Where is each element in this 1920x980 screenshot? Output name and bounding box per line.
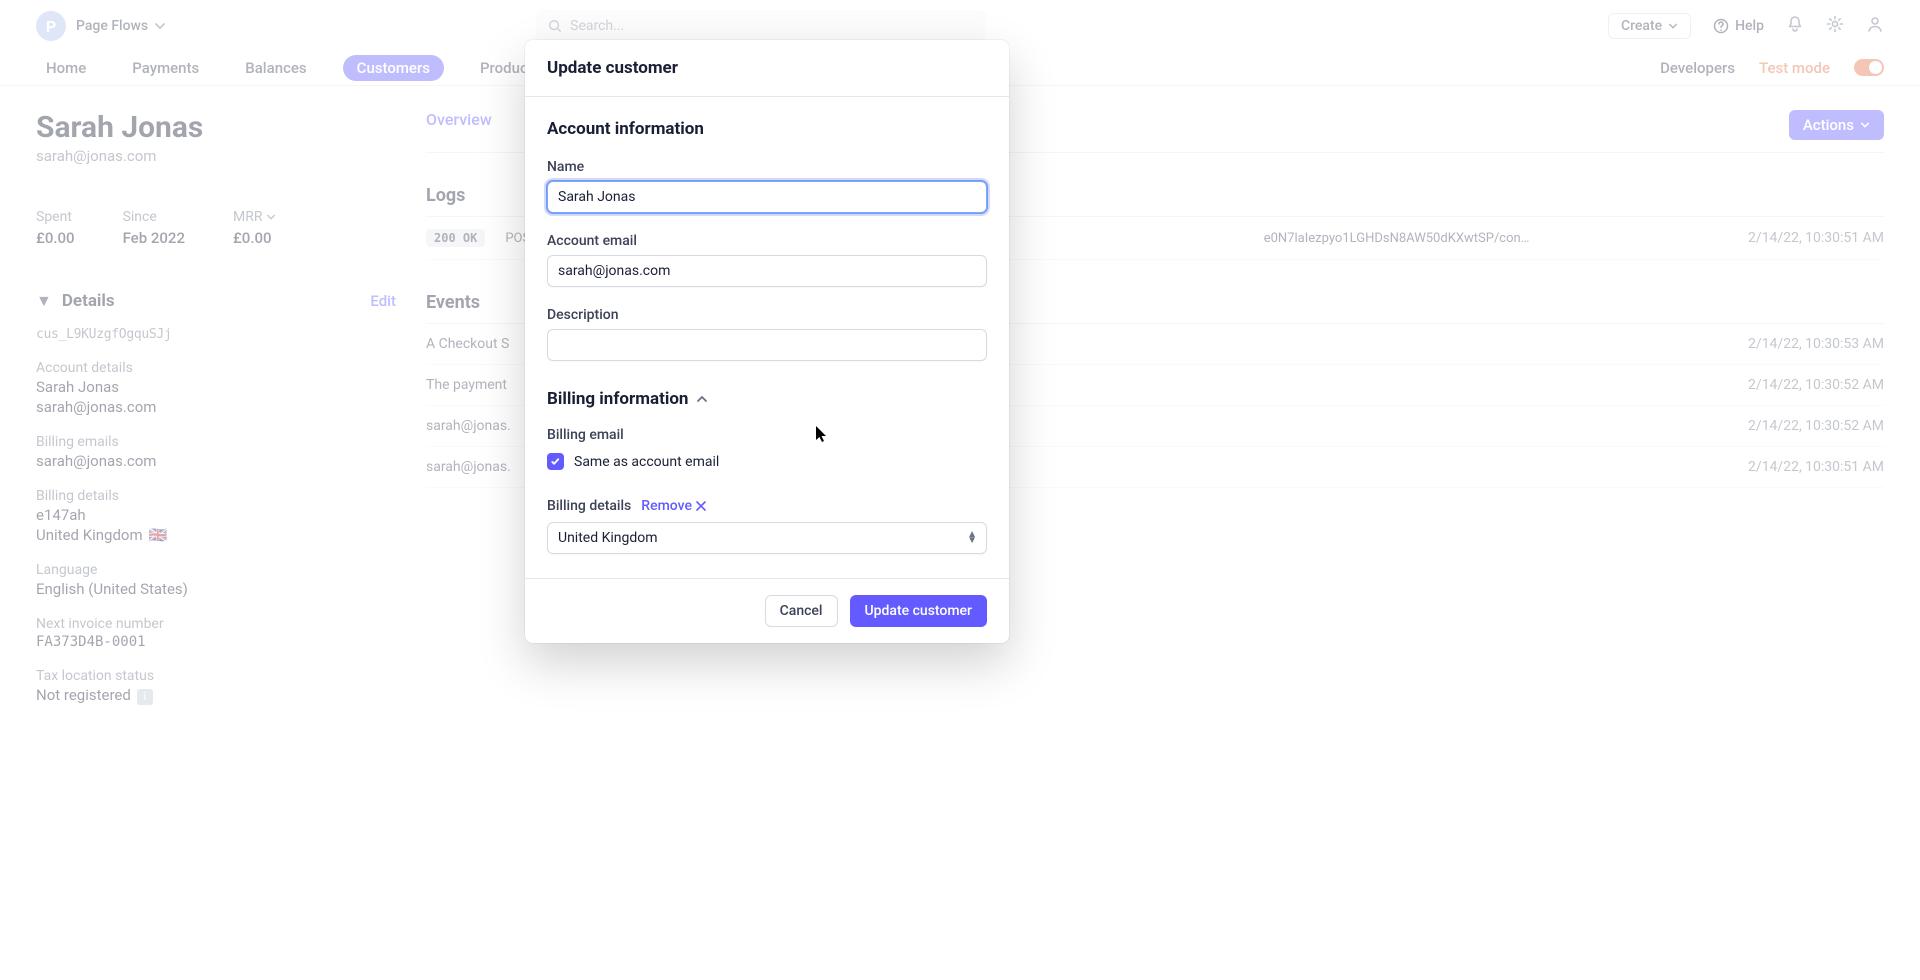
description-label: Description: [547, 307, 987, 323]
section-billing-information[interactable]: Billing information: [547, 389, 987, 409]
billing-email-label: Billing email: [547, 427, 987, 443]
account-email-label: Account email: [547, 233, 987, 249]
name-input[interactable]: [547, 181, 987, 213]
chevron-up-icon: [696, 393, 708, 405]
close-icon: [696, 501, 706, 511]
account-email-input[interactable]: [547, 255, 987, 287]
check-icon: [550, 456, 561, 467]
modal-title: Update customer: [525, 40, 1009, 97]
section-account-information: Account information: [547, 119, 987, 139]
same-as-account-checkbox[interactable]: [547, 453, 564, 470]
update-customer-button[interactable]: Update customer: [850, 595, 988, 627]
country-select[interactable]: [547, 522, 987, 554]
update-customer-modal: Update customer Account information Name…: [525, 40, 1009, 643]
select-updown-icon: ▲▼: [967, 532, 977, 544]
billing-details-label: Billing details: [547, 498, 631, 514]
remove-billing-details[interactable]: Remove: [641, 498, 706, 514]
cancel-button[interactable]: Cancel: [765, 595, 838, 627]
description-input[interactable]: [547, 329, 987, 361]
same-as-account-label: Same as account email: [574, 454, 719, 470]
name-label: Name: [547, 159, 987, 175]
